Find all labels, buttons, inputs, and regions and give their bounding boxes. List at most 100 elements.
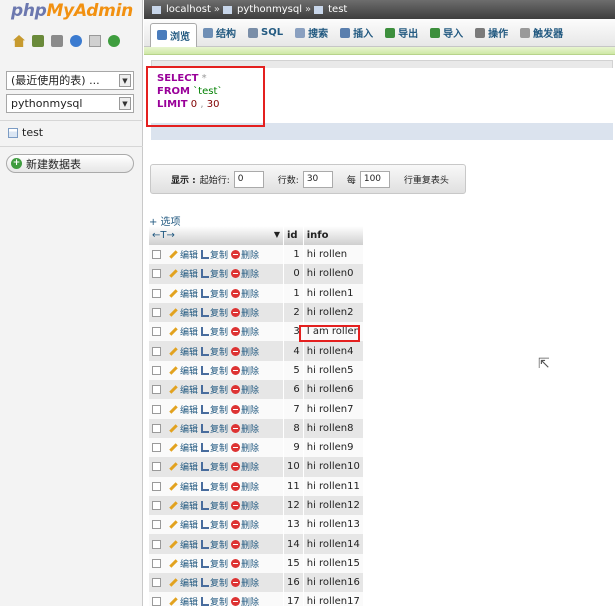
cell-info[interactable]: hi rollen12 — [303, 495, 364, 516]
cell-info[interactable]: hi rollen0 — [303, 264, 364, 284]
cell-id[interactable]: 7 — [283, 399, 304, 419]
delete-link[interactable]: 删除 — [231, 422, 259, 435]
cell-id[interactable]: 13 — [283, 515, 304, 535]
edit-link[interactable]: 编辑 — [169, 518, 198, 531]
copy-link[interactable]: 复制 — [201, 364, 228, 377]
cell-id[interactable]: 16 — [283, 573, 304, 593]
start-row-input[interactable]: 0 — [233, 170, 264, 188]
cell-info[interactable]: hi rollen10 — [303, 457, 364, 477]
copy-link[interactable]: 复制 — [201, 287, 228, 300]
cell-info[interactable]: hi rollen16 — [303, 573, 364, 593]
copy-link[interactable]: 复制 — [201, 325, 228, 338]
cell-id[interactable]: 14 — [283, 534, 304, 554]
cell-info[interactable]: hi rollen17 — [303, 592, 364, 606]
phpmyadmin-logo[interactable]: phpMyAdmin — [11, 1, 133, 21]
cell-id[interactable]: 11 — [283, 476, 304, 496]
recent-tables-select[interactable]: (最近使用的表) ... ▼ — [6, 71, 134, 90]
row-checkbox[interactable] — [152, 578, 161, 588]
edit-link[interactable]: 编辑 — [169, 383, 198, 396]
row-checkbox[interactable] — [152, 520, 161, 530]
row-checkbox[interactable] — [152, 288, 161, 298]
edit-link[interactable]: 编辑 — [169, 480, 198, 493]
edit-link[interactable]: 编辑 — [169, 557, 198, 570]
edit-link[interactable]: 编辑 — [169, 595, 198, 606]
row-checkbox[interactable] — [152, 501, 161, 510]
tab-trigger[interactable]: 触发器 — [514, 22, 569, 44]
cell-id[interactable]: 1 — [283, 283, 304, 303]
delete-link[interactable]: 删除 — [231, 460, 259, 473]
cell-info[interactable]: hi rollen — [303, 245, 364, 265]
edit-link[interactable]: 编辑 — [169, 538, 198, 551]
delete-link[interactable]: 删除 — [231, 595, 259, 606]
copy-link[interactable]: 复制 — [201, 267, 228, 280]
row-checkbox[interactable] — [152, 346, 161, 356]
cell-info[interactable]: hi rollen1 — [303, 283, 364, 303]
reload-icon[interactable] — [108, 35, 120, 47]
cell-id[interactable]: 15 — [283, 553, 304, 574]
copy-link[interactable]: 复制 — [201, 518, 228, 531]
tab-structure[interactable]: 结构 — [197, 22, 242, 44]
row-checkbox[interactable] — [152, 385, 161, 395]
delete-link[interactable]: 删除 — [231, 345, 259, 358]
row-checkbox[interactable] — [152, 423, 161, 433]
copy-link[interactable]: 复制 — [201, 403, 228, 416]
delete-link[interactable]: 删除 — [231, 557, 259, 570]
delete-link[interactable]: 删除 — [231, 383, 259, 396]
breadcrumb-table[interactable]: test — [328, 0, 347, 19]
sort-arrows[interactable]: ←T→ — [152, 230, 175, 241]
copy-link[interactable]: 复制 — [201, 306, 228, 319]
breadcrumb-server[interactable]: localhost — [166, 0, 211, 19]
row-count-input[interactable]: 30 — [302, 170, 333, 188]
tab-export[interactable]: 导出 — [379, 22, 424, 44]
database-icon[interactable] — [32, 35, 44, 47]
cell-id[interactable]: 12 — [283, 495, 304, 516]
delete-link[interactable]: 删除 — [231, 267, 259, 280]
edit-link[interactable]: 编辑 — [169, 248, 198, 261]
edit-link[interactable]: 编辑 — [169, 287, 198, 300]
copy-link[interactable]: 复制 — [201, 499, 228, 512]
repeat-headers-input[interactable]: 100 — [359, 170, 390, 188]
cell-info[interactable]: hi rollen6 — [303, 380, 364, 400]
row-checkbox[interactable] — [152, 250, 161, 260]
database-select[interactable]: pythonmysql ▼ — [6, 94, 134, 113]
edit-link[interactable]: 编辑 — [169, 325, 198, 338]
help-icon[interactable] — [70, 35, 82, 47]
delete-link[interactable]: 删除 — [231, 480, 259, 493]
cell-id[interactable]: 1 — [283, 245, 304, 265]
cell-id[interactable]: 9 — [283, 437, 304, 458]
row-checkbox[interactable] — [152, 308, 161, 318]
column-header-info[interactable]: info — [303, 226, 364, 245]
new-table-button[interactable]: + 新建数据表 — [6, 154, 134, 173]
row-checkbox[interactable] — [152, 481, 161, 491]
row-checkbox[interactable] — [152, 443, 161, 453]
cell-info[interactable]: hi rollen4 — [303, 341, 364, 361]
edit-link[interactable]: 编辑 — [169, 422, 198, 435]
breadcrumb-database[interactable]: pythonmysql — [237, 0, 302, 19]
edit-link[interactable]: 编辑 — [169, 576, 198, 589]
edit-link[interactable]: 编辑 — [169, 364, 198, 377]
cell-id[interactable]: 0 — [283, 264, 304, 284]
tab-import[interactable]: 导入 — [424, 22, 469, 44]
copy-link[interactable]: 复制 — [201, 538, 228, 551]
sql-icon[interactable] — [51, 35, 63, 47]
delete-link[interactable]: 删除 — [231, 287, 259, 300]
cell-info[interactable]: hi rollen13 — [303, 515, 364, 535]
tab-wrench[interactable]: 操作 — [469, 22, 514, 44]
edit-link[interactable]: 编辑 — [169, 267, 198, 280]
cell-info[interactable]: hi rollen2 — [303, 302, 364, 323]
cell-info[interactable]: hi rollen14 — [303, 534, 364, 554]
cell-info[interactable]: hi rollen15 — [303, 553, 364, 574]
edit-link[interactable]: 编辑 — [169, 441, 198, 454]
column-header-id[interactable]: id — [283, 226, 304, 245]
tab-browse[interactable]: 浏览 — [150, 22, 197, 47]
cell-id[interactable]: 4 — [283, 341, 304, 361]
tab-sql[interactable]: SQL — [242, 22, 289, 44]
row-checkbox[interactable] — [152, 539, 161, 549]
cell-id[interactable]: 6 — [283, 380, 304, 400]
copy-link[interactable]: 复制 — [201, 595, 228, 606]
cell-info[interactable]: hi rollen11 — [303, 476, 364, 496]
tab-insert[interactable]: 插入 — [334, 22, 379, 44]
delete-link[interactable]: 删除 — [231, 576, 259, 589]
row-checkbox[interactable] — [152, 404, 161, 414]
copy-link[interactable]: 复制 — [201, 557, 228, 570]
